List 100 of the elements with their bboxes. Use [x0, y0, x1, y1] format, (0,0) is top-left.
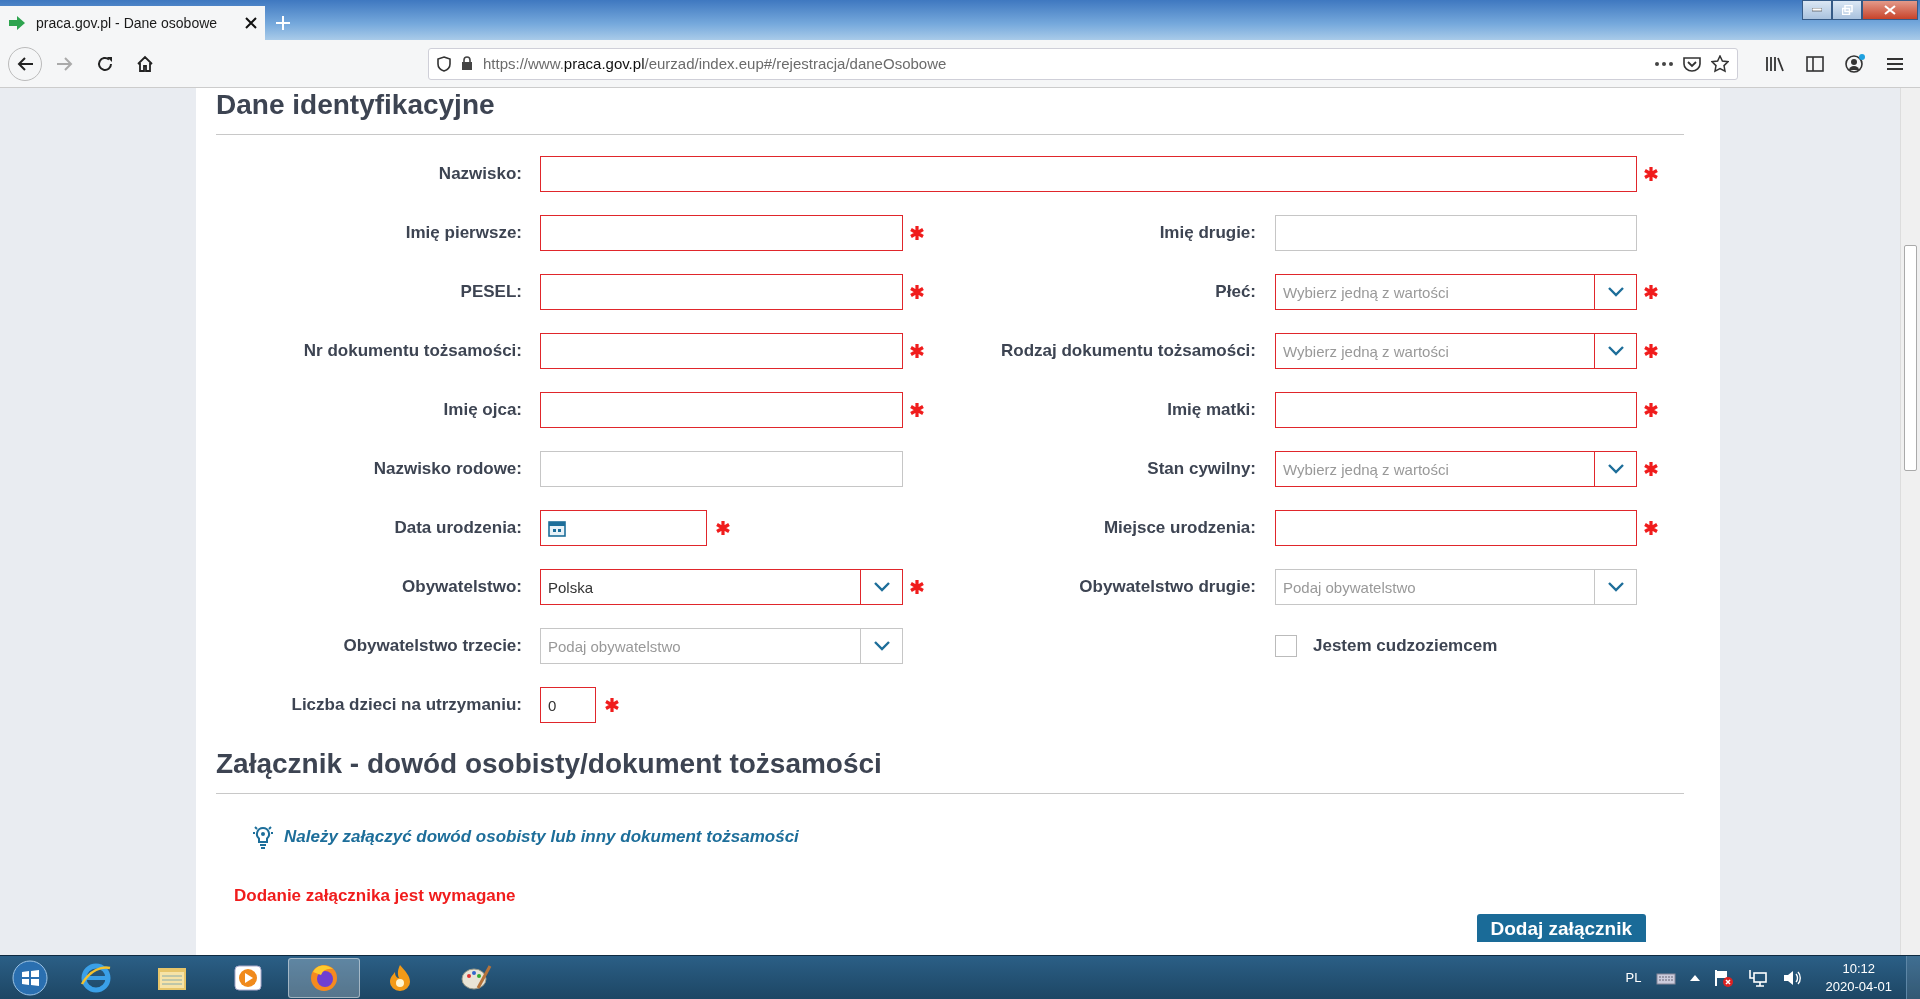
field-label: Obywatelstwo: — [402, 577, 522, 597]
close-button[interactable] — [1862, 0, 1918, 20]
field-label: PESEL: — [460, 282, 522, 302]
required-icon — [715, 520, 731, 536]
chevron-down-icon — [873, 641, 890, 651]
field-label: Nazwisko: — [438, 164, 522, 184]
padlock-icon — [461, 56, 473, 71]
browser-tab[interactable]: praca.gov.pl - Dane osobowe — [0, 6, 265, 40]
library-icon — [1765, 55, 1785, 72]
field-label: Imię ojca: — [443, 400, 522, 420]
dropdown-value: Polska — [547, 578, 595, 596]
dropdown-field[interactable]: Polska — [540, 569, 903, 605]
text-field[interactable] — [1275, 510, 1637, 546]
required-icon — [909, 579, 925, 595]
chevron-down-icon — [1607, 287, 1624, 297]
speaker-icon[interactable] — [1781, 968, 1802, 987]
required-icon — [1643, 461, 1659, 477]
field-label: Nr dokumentu tożsamości: — [303, 341, 522, 361]
number-field[interactable]: 0 — [540, 687, 596, 723]
text-field[interactable] — [540, 392, 903, 428]
field-label: Imię drugie: — [1159, 223, 1256, 243]
text-field[interactable] — [540, 274, 903, 310]
user-icon — [1845, 53, 1865, 74]
section-heading: Dane identyfikacyjne — [216, 88, 1684, 135]
field-label: Płeć: — [1215, 282, 1256, 302]
browser-e-icon — [80, 961, 112, 994]
field-label: Obywatelstwo trzecie: — [343, 636, 522, 656]
date-field[interactable] — [540, 510, 707, 546]
text-field[interactable] — [1275, 215, 1637, 251]
required-icon — [1643, 343, 1659, 359]
up-arrow-icon[interactable] — [1689, 974, 1700, 981]
address-bar[interactable]: https://www.praca.gov.pl/eurzad/index.eup#/rejestracja/daneOsobowe — [428, 47, 1738, 80]
field-label: Miejsce urodzenia: — [1103, 518, 1256, 538]
home-icon — [136, 54, 154, 73]
chevron-down-icon — [1607, 464, 1624, 474]
text-field[interactable] — [1275, 392, 1637, 428]
field-label: Imię matki: — [1167, 400, 1256, 420]
required-icon — [1643, 402, 1659, 418]
reload-icon — [96, 54, 114, 73]
placeholder: Podaj obywatelstwo — [1282, 578, 1417, 596]
required-icon — [1643, 520, 1659, 536]
flag-icon[interactable] — [1713, 968, 1734, 987]
tab-title: praca.gov.pl - Dane osobowe — [36, 15, 219, 31]
restore-icon — [1841, 5, 1853, 15]
close-icon[interactable] — [245, 17, 257, 29]
scroll-thumb[interactable] — [1904, 245, 1917, 471]
field-label: Rodzaj dokumentu tożsamości: — [1000, 341, 1256, 361]
field-label: Stan cywilny: — [1147, 459, 1256, 479]
field-label: Nazwisko rodowe: — [373, 459, 522, 479]
required-icon — [1643, 166, 1659, 182]
scrollbar[interactable] — [1900, 88, 1920, 955]
shield-icon — [437, 55, 451, 72]
field-label: Imię pierwsze: — [405, 223, 522, 243]
required-icon — [604, 697, 620, 713]
field-label: Liczba dzieci na utrzymaniu: — [291, 695, 522, 715]
restore-button[interactable] — [1832, 0, 1862, 20]
section-heading: Załącznik - dowód osobisty/dokument tożsamości — [216, 747, 1684, 794]
checkbox[interactable] — [1275, 635, 1297, 657]
lightbulb-icon — [252, 824, 274, 850]
add-attachment-button[interactable]: Dodaj załącznik — [1476, 914, 1646, 942]
chevron-down-icon — [873, 582, 890, 592]
placeholder: Podaj obywatelstwo — [547, 637, 682, 655]
chevron-down-icon — [1607, 346, 1624, 356]
windows-logo-icon — [12, 959, 48, 996]
text-field[interactable] — [540, 215, 903, 251]
keyboard-icon[interactable] — [1655, 970, 1676, 985]
show-desktop-button[interactable] — [1906, 955, 1920, 999]
info-text: Należy załączyć dowód osobisty lub inny dokument tożsamości — [284, 827, 799, 847]
star-icon[interactable] — [1711, 54, 1729, 73]
text-field[interactable] — [540, 451, 903, 487]
language-indicator[interactable]: PL — [1625, 970, 1642, 985]
arrow-icon — [8, 16, 26, 30]
placeholder: Wybierz jedną z wartości — [1282, 283, 1450, 301]
chevron-down-icon — [1607, 582, 1624, 592]
close-icon — [1884, 5, 1896, 15]
menu-icon — [1887, 56, 1903, 71]
forward-arrow-icon — [56, 55, 74, 72]
required-icon — [909, 284, 925, 300]
pocket-icon[interactable] — [1683, 55, 1701, 72]
clock-time[interactable]: 10:12 — [1842, 959, 1875, 978]
text-field[interactable] — [540, 333, 903, 369]
error-message: Dodanie załącznika jest wymagane — [234, 886, 517, 906]
checkbox-label: Jestem cudzoziemcem — [1313, 636, 1498, 656]
plus-icon — [276, 16, 290, 30]
clock-date[interactable]: 2020-04-01 — [1825, 977, 1892, 996]
text-field[interactable] — [540, 156, 1637, 192]
field-label: Obywatelstwo drugie: — [1079, 577, 1256, 597]
placeholder: Wybierz jedną z wartości — [1282, 342, 1450, 360]
sidebar-icon — [1806, 55, 1824, 72]
field-label: Data urodzenia: — [394, 518, 522, 538]
calendar-icon — [548, 519, 566, 537]
placeholder: Wybierz jedną z wartości — [1282, 460, 1450, 478]
required-icon — [909, 225, 925, 241]
url-text: https://www.praca.gov.pl/eurzad/index.eup#/rejestracja/daneOsobowe — [483, 55, 948, 72]
minimize-button[interactable] — [1802, 0, 1832, 20]
required-icon — [909, 402, 925, 418]
more-icon[interactable] — [1655, 61, 1673, 66]
taskbar-app[interactable] — [288, 957, 360, 998]
required-icon — [1643, 284, 1659, 300]
network-icon[interactable] — [1747, 968, 1768, 987]
